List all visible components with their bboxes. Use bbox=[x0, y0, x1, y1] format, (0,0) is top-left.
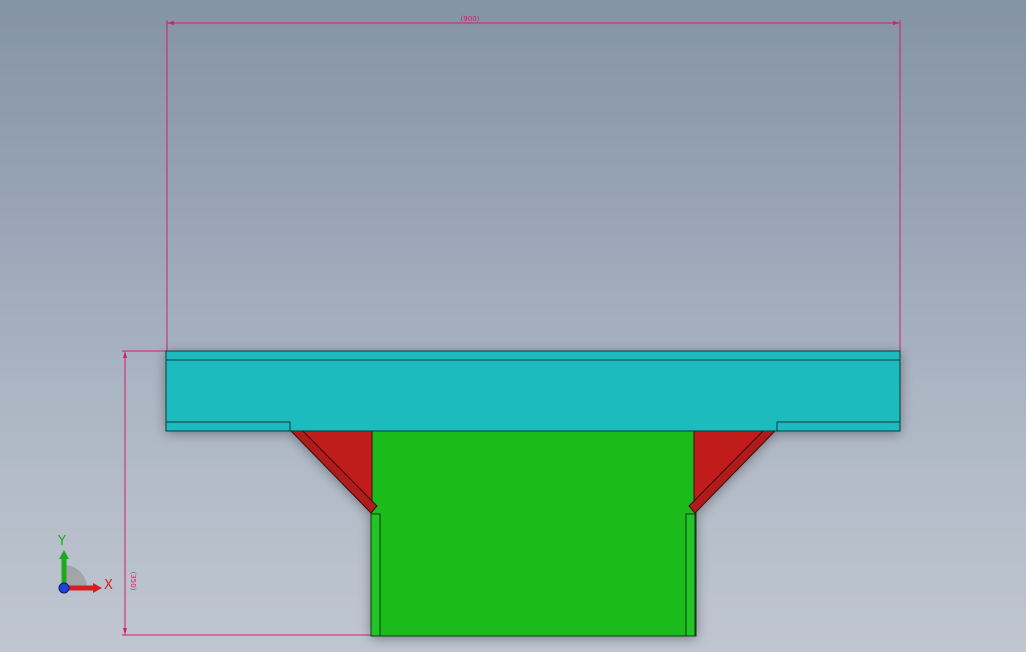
body-block[interactable] bbox=[370, 429, 697, 637]
dimension-label-horizontal[interactable]: (900) bbox=[461, 15, 480, 23]
graphics-viewport[interactable]: (900) (350) Y X bbox=[0, 0, 1026, 652]
body-wall-right bbox=[685, 513, 696, 637]
flange-lip-left bbox=[165, 421, 291, 432]
triad-z-axis bbox=[58, 582, 70, 594]
flange-lip-right bbox=[776, 421, 901, 432]
triad-x-arrow bbox=[93, 583, 102, 593]
coordinate-triad: Y X bbox=[57, 534, 113, 594]
body-wall-left bbox=[370, 513, 381, 637]
dimension-arrow-right bbox=[893, 21, 900, 25]
dimension-arrow-top bbox=[123, 351, 127, 358]
part-model[interactable] bbox=[165, 350, 901, 637]
triad-y-arrow bbox=[59, 550, 69, 559]
triad-x-label: X bbox=[104, 578, 113, 593]
dimension-arrow-bottom bbox=[123, 628, 127, 635]
triad-y-label: Y bbox=[57, 534, 66, 549]
horizontal-dimension[interactable]: (900) bbox=[166, 15, 901, 352]
top-flange[interactable] bbox=[165, 350, 901, 432]
model-canvas[interactable]: (900) (350) Y X bbox=[0, 0, 1026, 652]
dimension-arrow-left bbox=[167, 21, 174, 25]
dimension-label-vertical[interactable]: (350) bbox=[129, 572, 137, 591]
